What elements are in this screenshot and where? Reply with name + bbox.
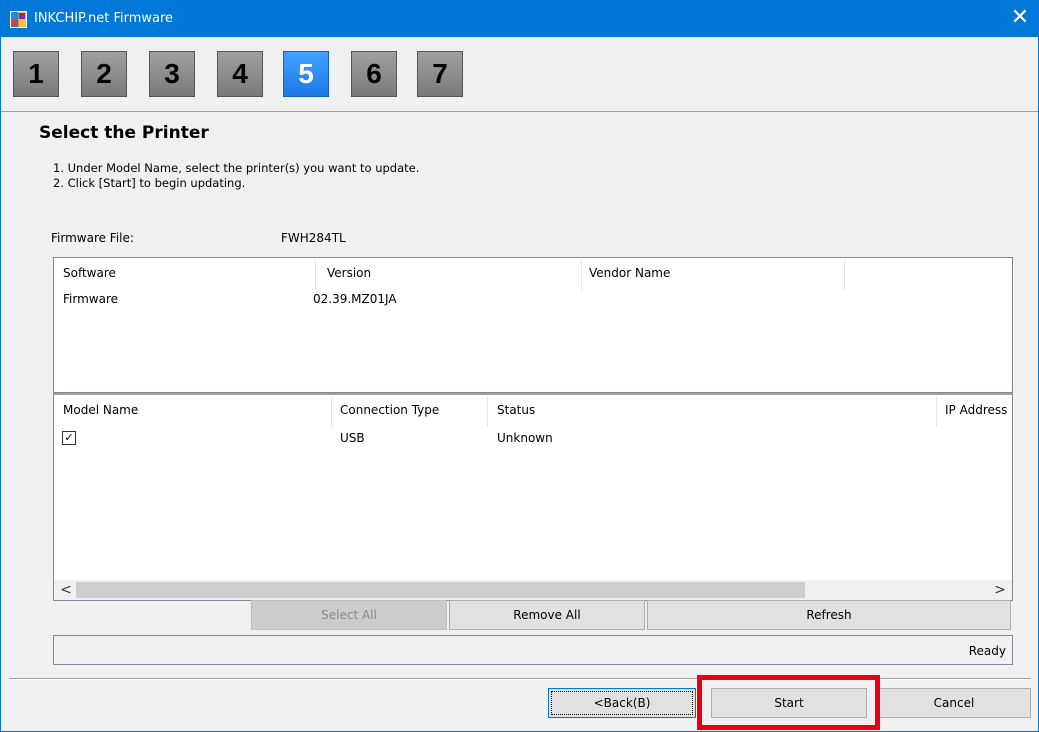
step-4: 4 [217, 51, 263, 97]
scroll-thumb[interactable] [76, 582, 805, 598]
scroll-right-icon[interactable]: > [990, 580, 1010, 600]
column-divider[interactable] [315, 260, 316, 290]
page-title: Select the Printer [39, 123, 209, 143]
status-cell: Unknown [497, 431, 553, 445]
status-text: Ready [968, 644, 1006, 658]
app-icon [10, 11, 27, 28]
col-version[interactable]: Version [327, 266, 371, 280]
instruction-2: 2. Click [Start] to begin updating. [53, 176, 246, 190]
title-bar[interactable]: INKCHIP.net Firmware ✕ [1, 1, 1038, 37]
column-divider[interactable] [936, 397, 937, 427]
software-list[interactable]: Software Version Vendor Name Firmware 02… [53, 257, 1013, 393]
column-divider[interactable] [331, 397, 332, 427]
scroll-left-icon[interactable]: < [56, 580, 76, 600]
back-button[interactable]: <Back(B) [548, 688, 696, 718]
step-6: 6 [351, 51, 397, 97]
start-highlight-box [697, 675, 880, 730]
col-connection-type[interactable]: Connection Type [340, 403, 439, 417]
model-list[interactable]: Model Name Connection Type Status IP Add… [53, 393, 1013, 601]
close-icon[interactable]: ✕ [1006, 5, 1034, 33]
remove-all-button[interactable]: Remove All [449, 600, 645, 630]
software-name: Firmware [63, 292, 118, 306]
software-version: 02.39.MZ01JA [313, 292, 397, 306]
step-7: 7 [417, 51, 463, 97]
status-bar: Ready [53, 635, 1013, 665]
firmware-file-label: Firmware File: [51, 231, 134, 245]
firmware-window: INKCHIP.net Firmware ✕ 1 2 3 4 5 6 7 Sel… [0, 0, 1039, 732]
col-vendor-name[interactable]: Vendor Name [589, 266, 670, 280]
firmware-file-value: FWH284TL [281, 231, 346, 245]
step-2: 2 [81, 51, 127, 97]
column-divider[interactable] [844, 260, 845, 290]
col-status[interactable]: Status [497, 403, 535, 417]
instruction-1: 1. Under Model Name, select the printer(… [53, 161, 420, 175]
col-ip-address[interactable]: IP Address [945, 403, 1007, 417]
cancel-button[interactable]: Cancel [877, 688, 1031, 718]
row-checkbox[interactable]: ✓ [62, 431, 76, 445]
connection-type-cell: USB [340, 431, 365, 445]
window-title: INKCHIP.net Firmware [34, 11, 174, 26]
step-3: 3 [149, 51, 195, 97]
refresh-button[interactable]: Refresh [647, 600, 1011, 630]
col-software[interactable]: Software [63, 266, 116, 280]
step-bar: 1 2 3 4 5 6 7 [1, 37, 1038, 112]
step-5: 5 [283, 51, 329, 97]
step-1: 1 [13, 51, 59, 97]
column-divider[interactable] [487, 397, 488, 427]
horizontal-scrollbar[interactable]: < > [54, 580, 1012, 600]
select-all-button[interactable]: Select All [251, 600, 447, 630]
col-model-name[interactable]: Model Name [63, 403, 138, 417]
column-divider[interactable] [581, 260, 582, 290]
content-panel: Select the Printer 1. Under Model Name, … [13, 113, 1029, 677]
